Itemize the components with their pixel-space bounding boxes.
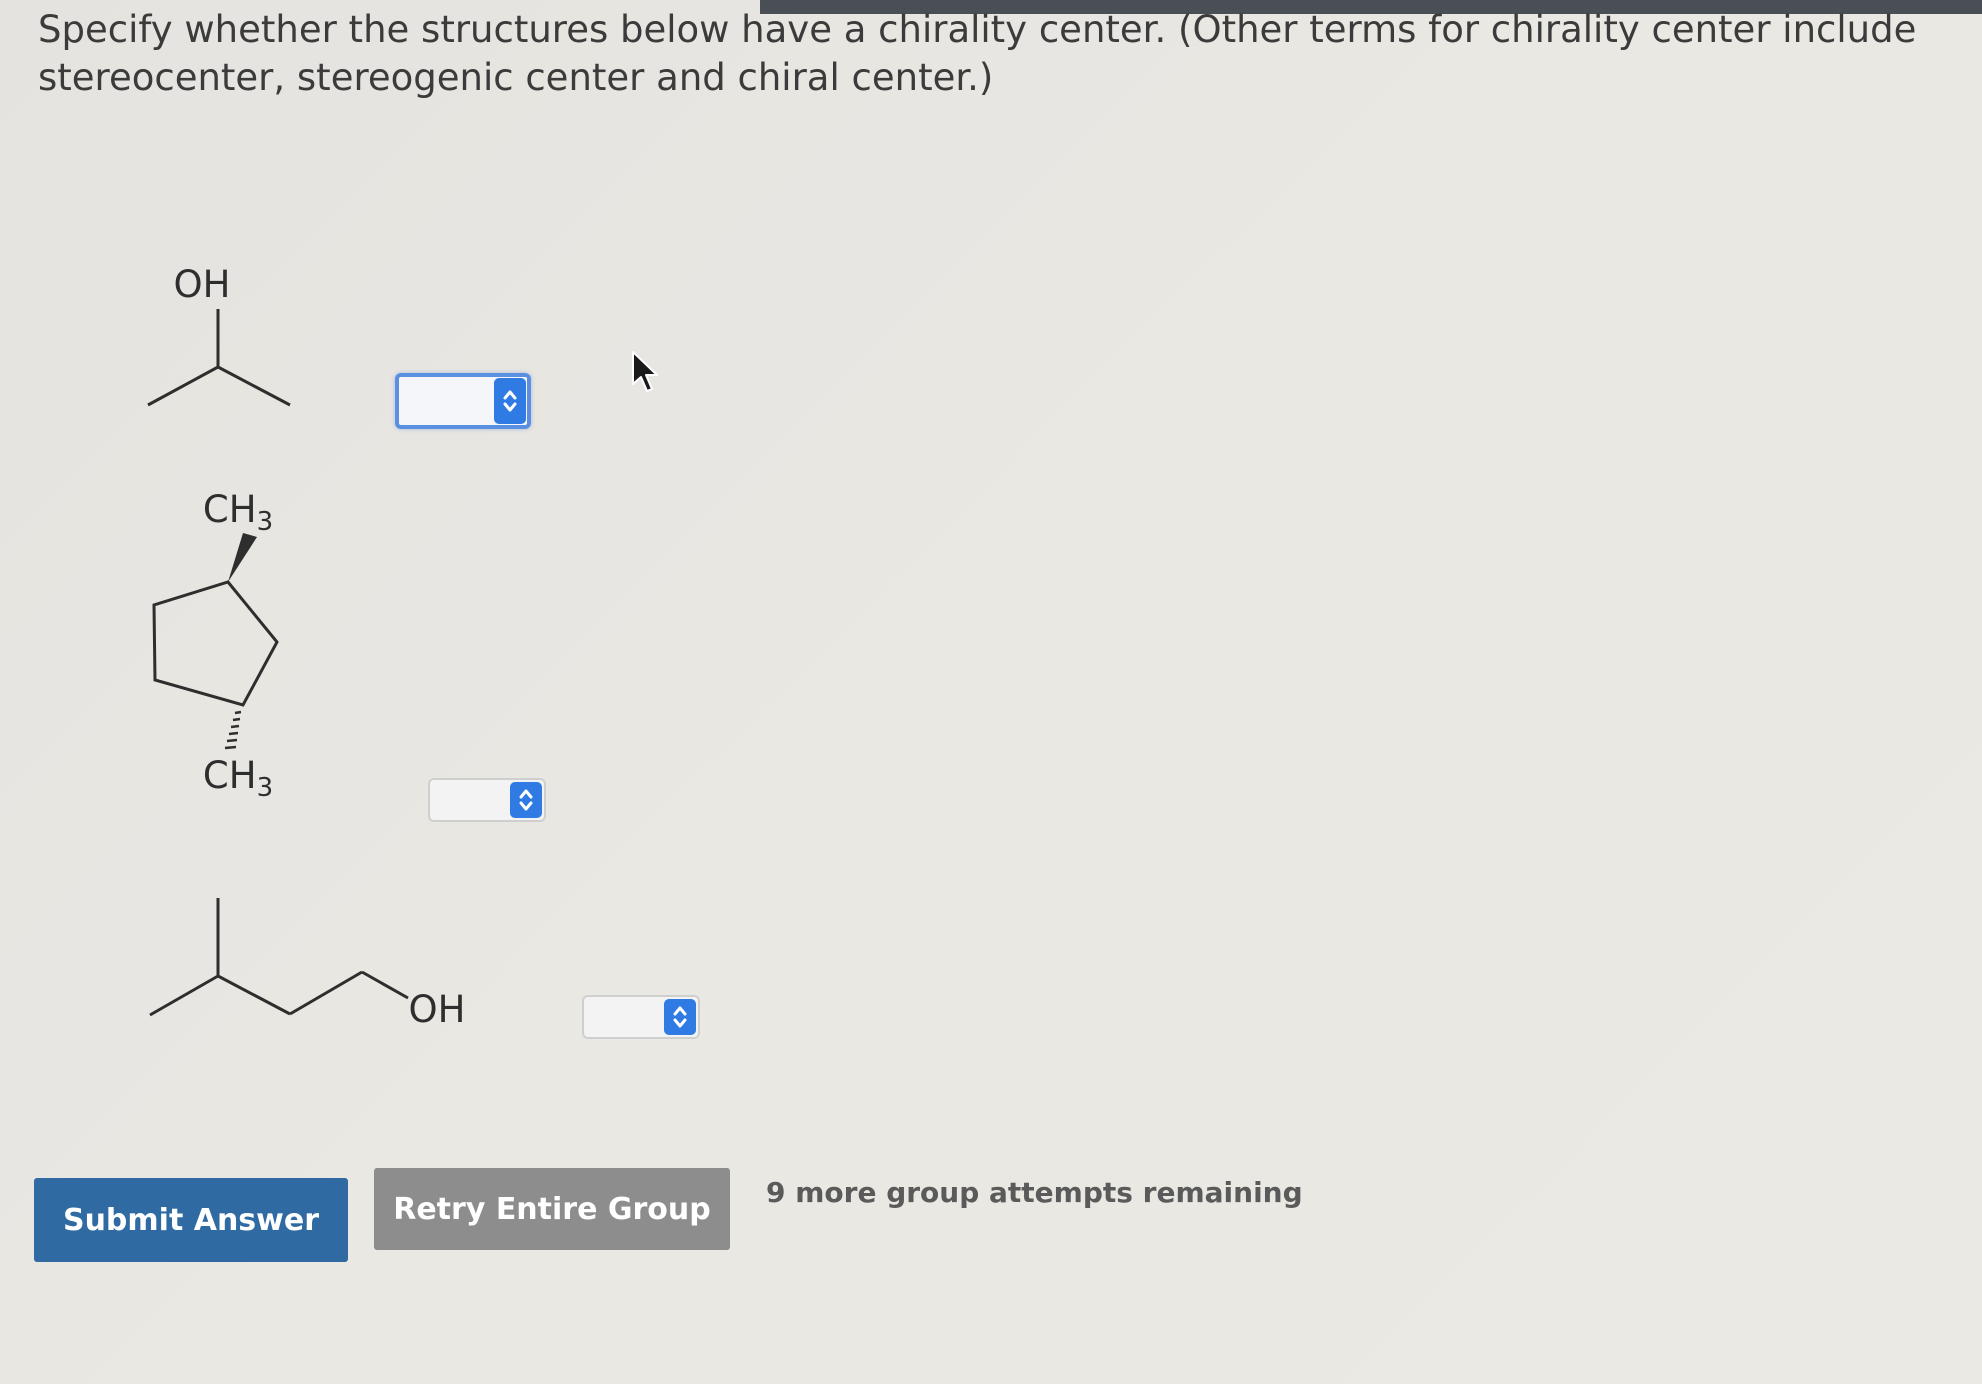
mouse-cursor-icon: [632, 351, 658, 392]
molecule-1-answer-select[interactable]: [395, 373, 531, 429]
molecule-3-oh-label: OH: [409, 988, 466, 1031]
updown-chevron-icon: [510, 782, 542, 818]
submit-answer-button[interactable]: Submit Answer: [34, 1178, 348, 1262]
retry-entire-group-button[interactable]: Retry Entire Group: [374, 1168, 730, 1250]
question-text: Specify whether the structures below hav…: [38, 8, 1917, 99]
molecule-1-structure: OH: [147, 263, 291, 407]
attempts-remaining-text: 9 more group attempts remaining: [766, 1176, 1303, 1209]
molecule-3-structure: OH: [149, 898, 466, 1031]
molecule-2-answer-select[interactable]: [428, 778, 546, 822]
molecule-1-oh-label: OH: [174, 263, 231, 306]
updown-chevron-icon: [664, 999, 696, 1035]
molecule-2-bottom-ch-label: CH3: [203, 754, 273, 803]
molecule-2-structure: CH3 CH3: [152, 488, 279, 803]
updown-chevron-icon: [494, 378, 526, 424]
molecule-2-top-ch-label: CH3: [203, 488, 273, 537]
molecule-3-answer-select[interactable]: [582, 995, 700, 1039]
